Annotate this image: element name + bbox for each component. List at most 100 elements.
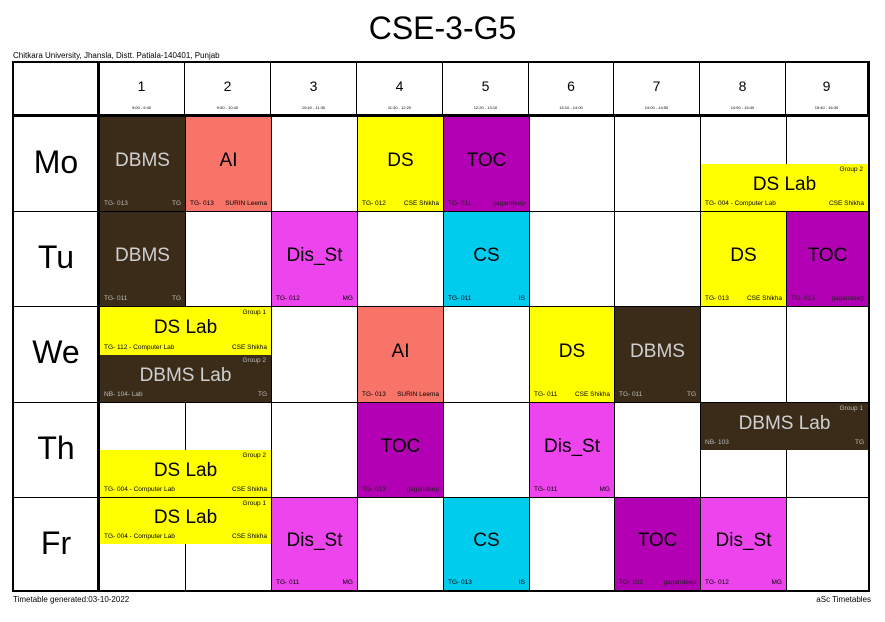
lesson-cell[interactable]: Dis_St TG- 011 MG — [530, 403, 614, 497]
lesson-room: TG- 013 — [362, 486, 386, 493]
period-time: 14:00 - 14:50 — [644, 105, 669, 110]
lesson-subject: DS Lab — [153, 507, 218, 528]
lesson-teacher: CSE Shikha — [746, 295, 782, 302]
lesson-cell[interactable]: TOC TG- 013 gagandeep — [787, 212, 868, 306]
lesson-teacher: IS — [518, 579, 525, 586]
lesson-teacher: TG — [854, 439, 864, 446]
lesson-room: TG- 012 — [705, 579, 729, 586]
lesson-subject: DS Lab — [752, 173, 817, 195]
lesson-room: TG- 011 — [534, 391, 558, 398]
lesson-subject: DS Lab — [153, 317, 218, 338]
lesson-room: TG- 012 — [276, 295, 300, 302]
period-number: 7 — [652, 78, 661, 94]
lesson-teacher: MG — [342, 579, 353, 586]
lesson-cell[interactable]: DBMS Lab Group 2 NB- 104- Lab TG — [100, 355, 271, 402]
lesson-cell[interactable]: DS Lab Group 2 TG- 004 - Computer Lab CSE S… — [701, 164, 868, 211]
lesson-room: TG- 004 - Computer Lab — [104, 486, 175, 493]
lesson-subject: DBMS Lab — [738, 412, 831, 434]
lesson-teacher: MG — [342, 295, 353, 302]
lesson-subject: TOC — [807, 245, 848, 266]
period-number: 4 — [395, 78, 404, 94]
brand-label: aSc Timetables — [816, 595, 871, 604]
lesson-teacher: TG — [686, 391, 696, 398]
lesson-group: Group 1 — [242, 309, 267, 316]
lesson-group: Group 1 — [839, 405, 864, 412]
period-number: 6 — [567, 78, 575, 94]
lesson-group: Group 2 — [242, 452, 267, 459]
lesson-teacher: CSE Shikha — [403, 200, 439, 207]
period-number: 2 — [223, 78, 232, 94]
lesson-cell[interactable]: CS TG- 013 IS — [444, 498, 529, 590]
lesson-room: TG- 004 - Computer Lab — [104, 533, 175, 540]
period-header-2: 2 9:50 - 10:40 — [185, 61, 271, 116]
lesson-cell[interactable]: CS TG- 011 IS — [444, 212, 529, 306]
lesson-cell[interactable]: DBMS Lab Group 1 NB- 103 TG — [701, 403, 868, 450]
lesson-teacher: CSE Shikha — [828, 200, 864, 207]
lesson-room: TG- 011 — [534, 486, 558, 493]
lesson-teacher: TG — [171, 200, 181, 207]
lesson-cell[interactable]: DBMS TG- 011 TG — [615, 307, 700, 402]
lesson-cell[interactable]: DS TG- 013 CSE Shikha — [701, 212, 786, 306]
period-header-5: 5 12:20 - 13:10 — [443, 61, 529, 116]
lesson-room: TG- 011 — [104, 295, 128, 302]
lesson-cell[interactable]: AI TG- 013 SURIN Leema — [186, 117, 271, 211]
period-time: 10:40 - 11:30 — [301, 105, 326, 110]
lesson-subject: AI — [391, 340, 410, 362]
lesson-teacher: gagandeep — [492, 200, 525, 207]
lesson-cell[interactable]: DS Lab Group 2 TG- 004 - Computer Lab CSE S… — [100, 450, 271, 497]
lesson-room: NB- 103 — [705, 439, 729, 446]
lesson-room: TG- 011 — [619, 391, 643, 398]
period-number: 1 — [137, 78, 146, 94]
lesson-cell[interactable]: Dis_St TG- 012 MG — [701, 498, 786, 590]
period-header-8: 8 14:50 - 15:40 — [700, 61, 786, 116]
lesson-subject: Dis_St — [286, 530, 343, 551]
lesson-room: TG- 112 - Computer Lab — [104, 344, 175, 351]
lesson-teacher: gagandeep — [663, 579, 696, 586]
lesson-room: TG- 011 — [448, 200, 472, 207]
lesson-subject: TOC — [637, 530, 678, 551]
lesson-cell[interactable]: TOC TG- 011 gagandeep — [444, 117, 529, 211]
period-header-4: 4 11:30 - 12:20 — [357, 61, 443, 116]
timetable-page: CSE-3-G5 Chitkara University, Jhansla, D… — [0, 0, 885, 622]
lesson-cell[interactable]: DS TG- 012 CSE Shikha — [358, 117, 443, 211]
period-header-6: 6 13:10 - 14:00 — [529, 61, 614, 116]
lesson-cell[interactable]: DS Lab Group 1 TG- 112 - Computer Lab CSE S… — [100, 307, 271, 355]
lesson-subject: Dis_St — [715, 530, 772, 551]
period-time: 9:00 - 9:40 — [131, 105, 152, 110]
lesson-room: TG- 013 — [104, 200, 128, 207]
lesson-cell[interactable]: Dis_St TG- 012 MG — [272, 212, 357, 306]
lesson-cell[interactable]: DS Lab Group 1 TG- 004 - Computer Lab CSE S… — [100, 498, 271, 544]
lesson-cell[interactable]: AI TG- 013 SURIN Leema — [358, 307, 443, 402]
lesson-cell[interactable]: Dis_St TG- 011 MG — [272, 498, 357, 590]
period-time: 12:20 - 13:10 — [473, 105, 498, 110]
lesson-group: Group 1 — [242, 500, 267, 507]
period-header-7: 7 14:00 - 14:50 — [614, 61, 700, 116]
lesson-teacher: CSE Shikha — [231, 486, 267, 493]
lesson-cell[interactable]: DBMS TG- 011 TG — [100, 212, 185, 306]
period-number: 9 — [822, 78, 831, 94]
lesson-room: TG- 004 - Computer Lab — [705, 200, 776, 207]
lesson-cell[interactable]: TOC TG- 103 gagandeep — [615, 498, 700, 590]
lesson-subject: DS Lab — [153, 459, 218, 481]
lesson-subject: DBMS — [115, 245, 170, 266]
lesson-cell[interactable]: DBMS TG- 013 TG — [100, 117, 185, 211]
period-time: 15:40 - 16:30 — [814, 105, 839, 110]
lesson-group: Group 2 — [839, 166, 864, 173]
lesson-subject: DBMS — [630, 340, 685, 362]
lesson-cell[interactable]: DS TG- 011 CSE Shikha — [530, 307, 614, 402]
lesson-subject: Dis_St — [544, 436, 600, 457]
lesson-subject: DS — [558, 340, 586, 362]
period-header-9: 9 15:40 - 16:30 — [786, 61, 868, 116]
lesson-room: TG- 013 — [705, 295, 729, 302]
lesson-teacher: TG — [257, 391, 267, 398]
day-label-tu: Tu — [37, 239, 75, 275]
lesson-cell[interactable]: TOC TG- 013 gagandeep — [358, 403, 443, 497]
lesson-teacher: MG — [599, 486, 610, 493]
lesson-teacher: CSE Shikha — [574, 391, 610, 398]
lesson-room: TG- 011 — [448, 295, 472, 302]
lesson-teacher: MG — [771, 579, 782, 586]
lesson-subject: DBMS — [115, 150, 170, 171]
period-time: 13:10 - 14:00 — [559, 105, 583, 110]
lesson-teacher: gagandeep — [831, 295, 864, 302]
period-time: 11:30 - 12:20 — [387, 105, 412, 110]
